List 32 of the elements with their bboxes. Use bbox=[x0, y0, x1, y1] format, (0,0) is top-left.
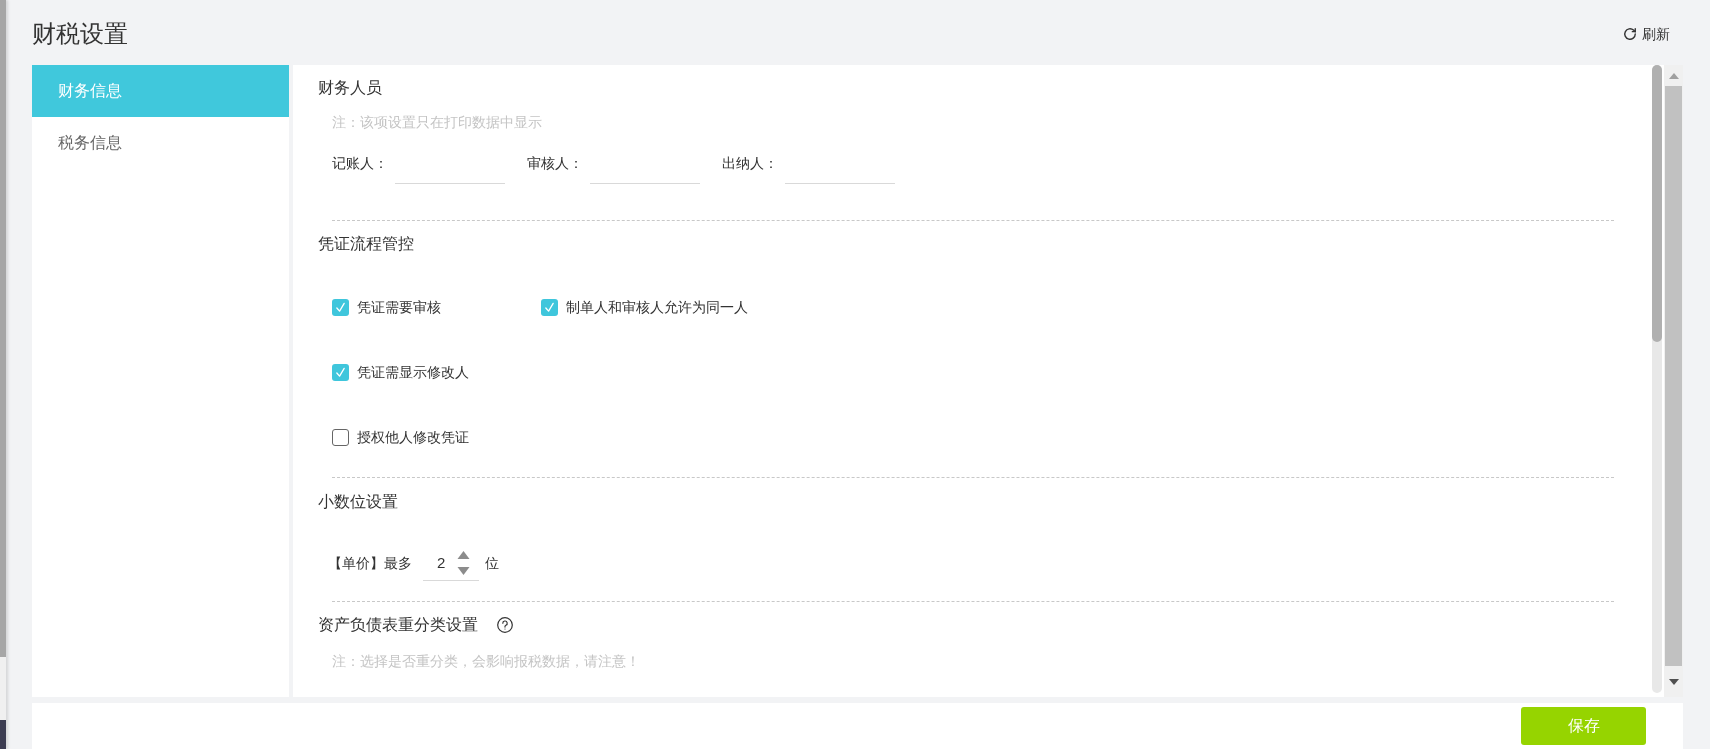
scrollbar-thumb[interactable] bbox=[1652, 65, 1662, 342]
section-heading: 资产负债表重分类设置 bbox=[318, 615, 478, 635]
scroll-up-icon[interactable] bbox=[1668, 72, 1679, 79]
check-icon bbox=[544, 301, 555, 313]
refresh-button[interactable]: 刷新 bbox=[1623, 23, 1670, 45]
checkbox[interactable] bbox=[541, 298, 558, 316]
checkbox-label: 凭证需显示修改人 bbox=[357, 363, 469, 382]
checkbox[interactable] bbox=[332, 298, 349, 316]
section-heading: 凭证流程管控 bbox=[318, 234, 414, 254]
field-label: 记账人： bbox=[332, 154, 389, 173]
checkbox[interactable] bbox=[332, 363, 349, 381]
spinner-down-icon[interactable] bbox=[457, 566, 471, 575]
field-label: 出纳人： bbox=[722, 154, 779, 173]
scrollbar-thumb[interactable] bbox=[1665, 86, 1682, 666]
checkbox-label: 授权他人修改凭证 bbox=[357, 428, 469, 447]
field-label: 审核人： bbox=[527, 154, 584, 173]
refresh-icon bbox=[1623, 27, 1637, 41]
page-title: 财税设置 bbox=[32, 19, 128, 49]
checkbox-label: 制单人和审核人允许为同一人 bbox=[566, 298, 748, 317]
check-icon bbox=[335, 301, 346, 313]
section-heading: 小数位设置 bbox=[318, 492, 398, 512]
help-icon[interactable] bbox=[497, 617, 513, 633]
section-heading: 财务人员 bbox=[318, 78, 382, 98]
check-icon bbox=[335, 366, 346, 378]
spinner-up-icon[interactable] bbox=[457, 550, 471, 559]
dark-edge-block bbox=[0, 720, 6, 749]
unit-label: 位 bbox=[485, 554, 499, 573]
checkbox[interactable] bbox=[332, 428, 349, 446]
checkbox-label: 凭证需要审核 bbox=[357, 298, 441, 317]
field-label: 【单价】最多 bbox=[328, 554, 413, 573]
scroll-down-icon[interactable] bbox=[1668, 678, 1679, 685]
number-field[interactable]: 2 bbox=[423, 545, 479, 581]
